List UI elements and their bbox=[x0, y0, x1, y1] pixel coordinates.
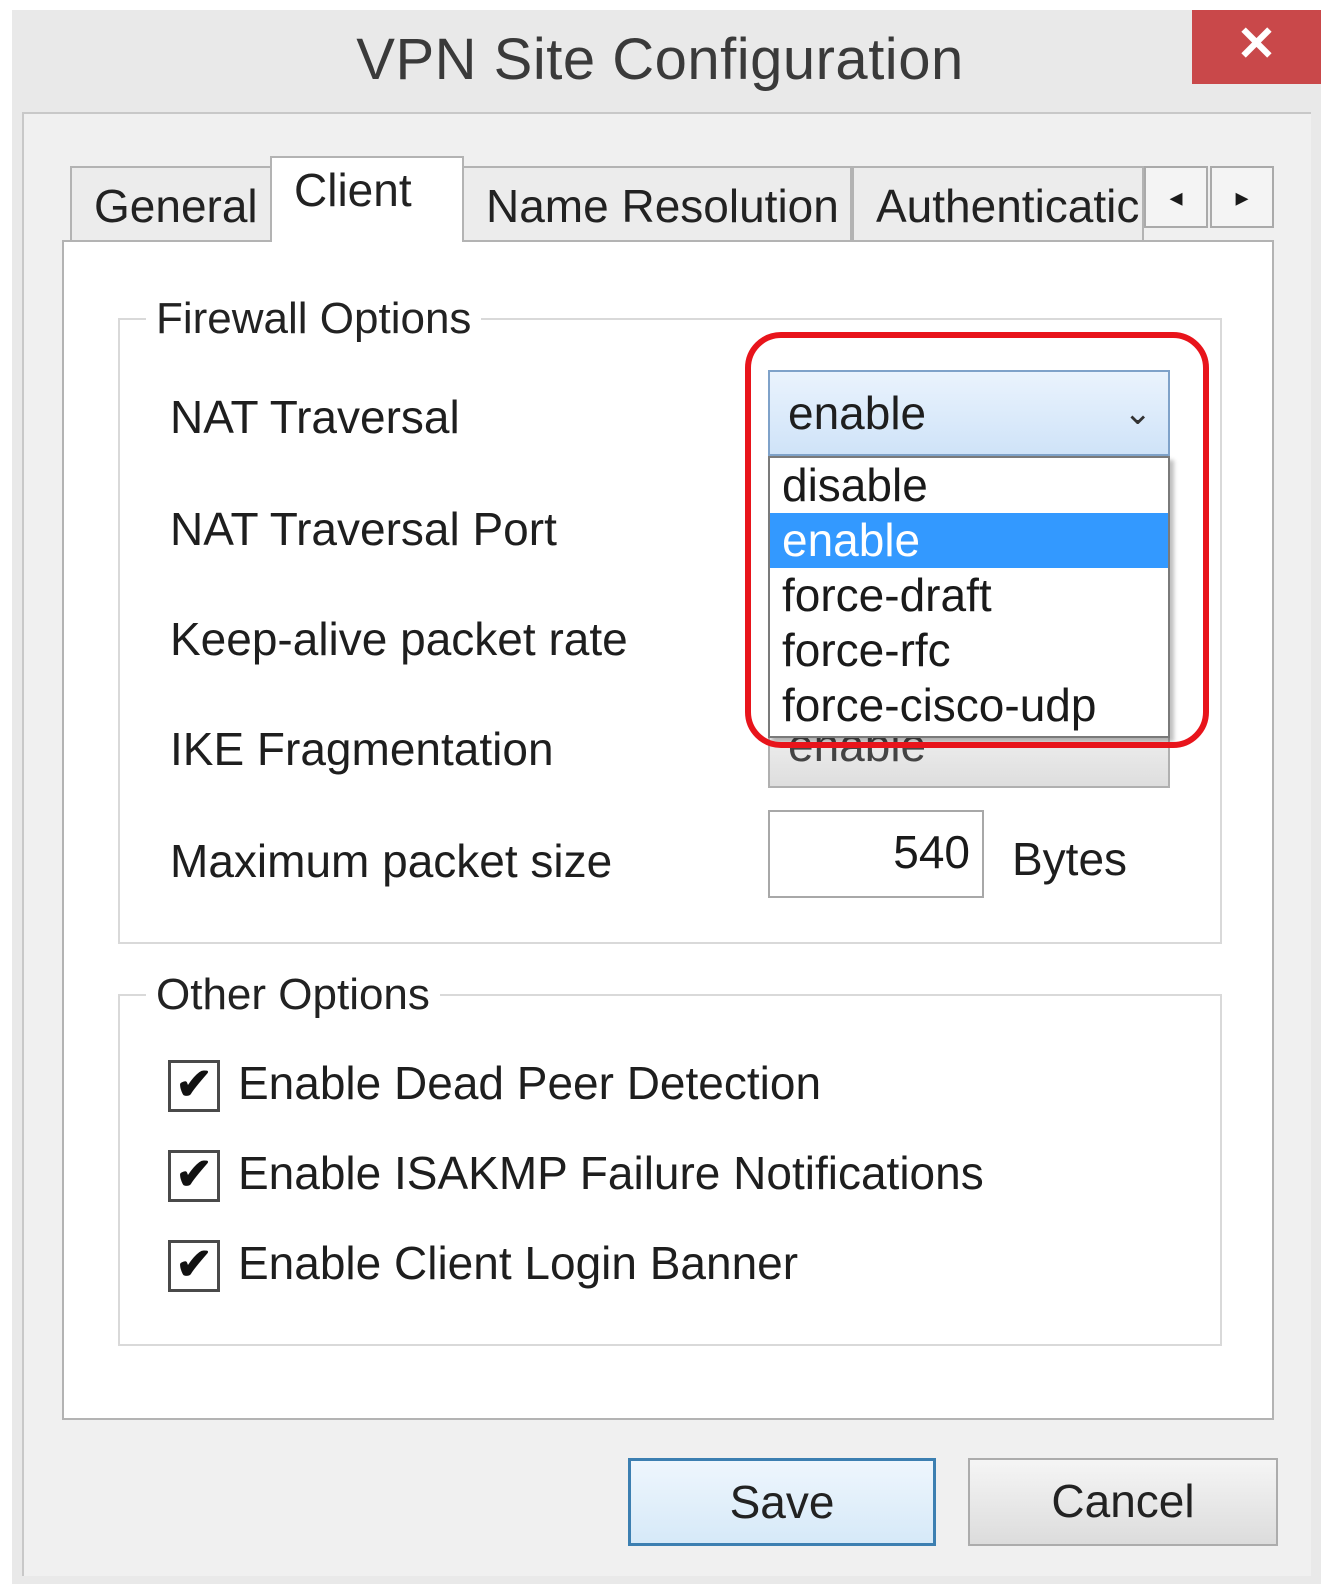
tab-scroll-right-icon[interactable]: ▸ bbox=[1210, 166, 1274, 228]
tab-label: Name Resolution bbox=[486, 180, 839, 232]
tab-scroll-left-icon[interactable]: ◂ bbox=[1144, 166, 1208, 228]
keepalive-rate-label: Keep-alive packet rate bbox=[170, 613, 628, 665]
cancel-button[interactable]: Cancel bbox=[968, 1458, 1278, 1546]
max-packet-size-label: Maximum packet size bbox=[170, 835, 613, 887]
nat-traversal-port-label: NAT Traversal Port bbox=[170, 503, 557, 555]
isakmp-failure-label: Enable ISAKMP Failure Notifications bbox=[238, 1147, 984, 1199]
save-button[interactable]: Save bbox=[628, 1458, 936, 1546]
tab-label: Client bbox=[294, 164, 412, 216]
tab-label: Authenticatic bbox=[876, 180, 1140, 232]
ike-fragmentation-label: IKE Fragmentation bbox=[170, 723, 554, 775]
tab-client[interactable]: Client bbox=[270, 156, 464, 242]
tab-general[interactable]: General bbox=[70, 166, 272, 242]
annotation-highlight-ring bbox=[745, 332, 1209, 748]
dead-peer-detection-checkbox[interactable]: ✔ bbox=[168, 1060, 220, 1112]
close-icon[interactable]: ✕ bbox=[1192, 10, 1321, 84]
isakmp-failure-checkbox[interactable]: ✔ bbox=[168, 1150, 220, 1202]
nat-traversal-label: NAT Traversal bbox=[170, 391, 460, 443]
max-packet-size-input[interactable]: 540 bbox=[768, 810, 984, 898]
client-login-banner-checkbox[interactable]: ✔ bbox=[168, 1240, 220, 1292]
dead-peer-detection-label: Enable Dead Peer Detection bbox=[238, 1057, 822, 1109]
tab-label: General bbox=[94, 180, 258, 232]
window-title: VPN Site Configuration bbox=[356, 27, 964, 92]
client-login-banner-label: Enable Client Login Banner bbox=[238, 1237, 799, 1289]
tab-authentication[interactable]: Authenticatic bbox=[852, 166, 1144, 242]
max-packet-size-unit: Bytes bbox=[1012, 833, 1128, 885]
title-bar[interactable]: VPN Site Configuration ✕ bbox=[12, 10, 1321, 122]
other-options-legend: Other Options bbox=[146, 970, 440, 1020]
tab-name-resolution[interactable]: Name Resolution bbox=[462, 166, 852, 242]
firewall-options-legend: Firewall Options bbox=[146, 294, 482, 344]
